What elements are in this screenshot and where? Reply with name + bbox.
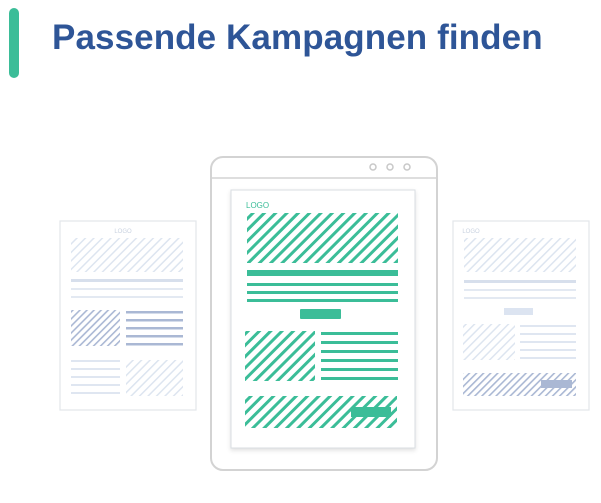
window-dot-icon bbox=[369, 163, 377, 171]
window-dot-icon bbox=[386, 163, 394, 171]
button-placeholder bbox=[504, 308, 533, 315]
image-placeholder bbox=[71, 310, 120, 346]
template-card-left: LOGO bbox=[59, 220, 197, 411]
hero-image-placeholder bbox=[464, 238, 576, 272]
hero-image-placeholder bbox=[247, 213, 398, 263]
image-placeholder bbox=[126, 360, 183, 396]
cta-button-placeholder bbox=[300, 309, 341, 319]
button-placeholder bbox=[541, 380, 572, 388]
template-card-right: LOGO bbox=[452, 220, 590, 411]
hero-image-placeholder bbox=[71, 238, 183, 272]
template-left-logo: LOGO bbox=[114, 229, 132, 235]
template-card-center: LOGO bbox=[230, 189, 416, 449]
cta-button-placeholder bbox=[351, 407, 391, 417]
campaign-templates-illustration: LOGO LOGO LOGO bbox=[59, 156, 590, 471]
template-right-logo: LOGO bbox=[462, 229, 480, 235]
window-dot-icon bbox=[403, 163, 411, 171]
image-placeholder bbox=[463, 324, 515, 360]
image-placeholder bbox=[245, 331, 315, 381]
template-center-logo: LOGO bbox=[246, 201, 269, 210]
